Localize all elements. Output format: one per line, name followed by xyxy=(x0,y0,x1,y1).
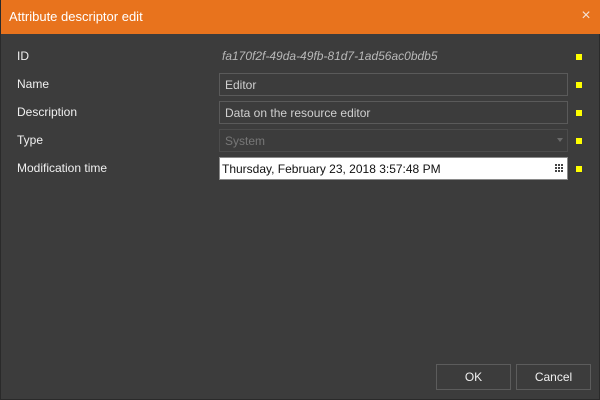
description-label: Description xyxy=(17,105,78,119)
field-row-description: Description Data on the resource editor xyxy=(1,101,600,125)
description-input[interactable]: Data on the resource editor xyxy=(219,101,568,124)
description-input-value: Data on the resource editor xyxy=(225,106,371,120)
chevron-down-icon[interactable] xyxy=(557,138,563,142)
required-marker-icon xyxy=(576,54,582,60)
name-label: Name xyxy=(17,77,50,91)
ok-button[interactable]: OK xyxy=(436,364,511,390)
name-input[interactable]: Editor xyxy=(219,73,568,96)
dialog-title: Attribute descriptor edit xyxy=(9,9,143,24)
cancel-button[interactable]: Cancel xyxy=(516,364,591,390)
type-label: Type xyxy=(17,133,44,147)
name-input-value: Editor xyxy=(225,78,257,92)
id-label: ID xyxy=(17,49,29,63)
field-row-id: ID fa170f2f-49da-49fb-81d7-1ad56ac0bdb5 xyxy=(1,45,600,69)
dialog-window: Attribute descriptor edit × ID fa170f2f-… xyxy=(0,0,600,400)
close-icon[interactable]: × xyxy=(577,7,595,25)
id-value: fa170f2f-49da-49fb-81d7-1ad56ac0bdb5 xyxy=(222,49,438,63)
modification-time-input[interactable]: Thursday, February 23, 2018 3:57:48 PM xyxy=(219,157,568,180)
field-row-type: Type System xyxy=(1,129,600,153)
type-select[interactable]: System xyxy=(219,129,568,152)
required-marker-icon xyxy=(576,166,582,172)
required-marker-icon xyxy=(576,82,582,88)
calendar-grid-icon[interactable] xyxy=(555,164,564,173)
required-marker-icon xyxy=(576,110,582,116)
field-row-name: Name Editor xyxy=(1,73,600,97)
modification-time-label: Modification time xyxy=(17,161,108,175)
title-bar[interactable]: Attribute descriptor edit × xyxy=(1,0,600,34)
field-row-modification-time: Modification time Thursday, February 23,… xyxy=(1,157,600,181)
required-marker-icon xyxy=(576,138,582,144)
modification-time-value: Thursday, February 23, 2018 3:57:48 PM xyxy=(222,162,441,176)
type-select-value: System xyxy=(225,134,266,148)
